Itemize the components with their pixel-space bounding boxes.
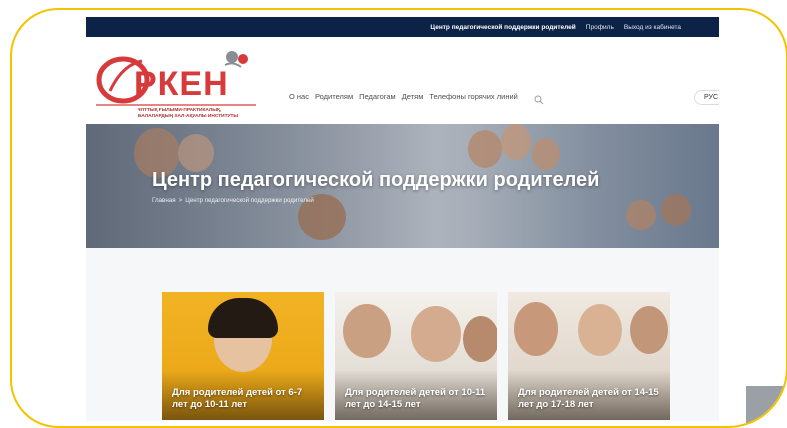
card-photo-teen xyxy=(630,306,668,354)
logo-title: РКЕН xyxy=(134,65,229,103)
nav-item-children[interactable]: Детям xyxy=(402,92,424,101)
topbar-link-parents-center[interactable]: Центр педагогической поддержки родителей xyxy=(430,24,575,31)
top-bar: Центр педагогической поддержки родителей… xyxy=(86,17,719,37)
language-switcher[interactable]: РУС xyxy=(694,90,719,105)
topbar-link-logout[interactable]: Выход из кабинета xyxy=(624,24,681,31)
card-photo-child xyxy=(343,304,391,358)
card-photo-child xyxy=(411,306,461,362)
hero-banner: Центр педагогической поддержки родителей… xyxy=(86,124,719,248)
nav-item-about[interactable]: О нас xyxy=(289,92,309,101)
age-card-14-18[interactable]: Для родителей детей от 14-15 лет до 17-1… xyxy=(508,292,670,420)
nav-item-hotlines[interactable]: Телефоны горячих линий xyxy=(429,92,518,101)
card-photo-hair xyxy=(208,298,278,338)
age-card-10-15[interactable]: Для родителей детей от 10-11 лет до 14-1… xyxy=(335,292,497,420)
card-label: Для родителей детей от 6-7 лет до 10-11 … xyxy=(172,387,303,410)
page-title: Центр педагогической поддержки родителей xyxy=(152,169,600,191)
main-nav: О нас Родителям Педагогам Детям Телефоны… xyxy=(289,92,518,101)
topbar-link-profile[interactable]: Профиль xyxy=(586,24,614,31)
card-photo-child xyxy=(463,316,497,362)
breadcrumb-home[interactable]: Главная xyxy=(152,197,176,204)
nav-item-teachers[interactable]: Педагогам xyxy=(359,92,396,101)
breadcrumb: Главная > Центр педагогической поддержки… xyxy=(152,197,314,204)
logo-subtitle-line-2: БАЛАЛАРДЫҢ ХАЛ-АҚУАЛЫ ИНСТИТУТЫ xyxy=(138,114,239,119)
card-label: Для родителей детей от 10-11 лет до 14-1… xyxy=(345,387,486,410)
website-viewport: Центр педагогической поддержки родителей… xyxy=(86,17,719,421)
breadcrumb-separator: > xyxy=(178,197,183,204)
search-icon[interactable] xyxy=(534,92,544,105)
site-logo[interactable]: РКЕН ҰЛТТЫҚ ҒЫЛЫМИ-ПРАКТИКАЛЫҚ, БАЛАЛАРД… xyxy=(96,47,261,131)
card-label: Для родителей детей от 14-15 лет до 17-1… xyxy=(518,387,659,410)
logo-subtitle: ҰЛТТЫҚ ҒЫЛЫМИ-ПРАКТИКАЛЫҚ, БАЛАЛАРДЫҢ ХА… xyxy=(138,108,238,120)
card-photo-teen xyxy=(578,304,622,356)
card-photo-teen xyxy=(514,302,558,356)
nav-item-parents[interactable]: Родителям xyxy=(315,92,353,101)
age-card-6-11[interactable]: Для родителей детей от 6-7 лет до 10-11 … xyxy=(162,292,324,420)
breadcrumb-current: Центр педагогической поддержки родителей xyxy=(185,197,314,204)
corner-block xyxy=(746,386,786,426)
content-section: Для родителей детей от 6-7 лет до 10-11 … xyxy=(86,248,719,421)
